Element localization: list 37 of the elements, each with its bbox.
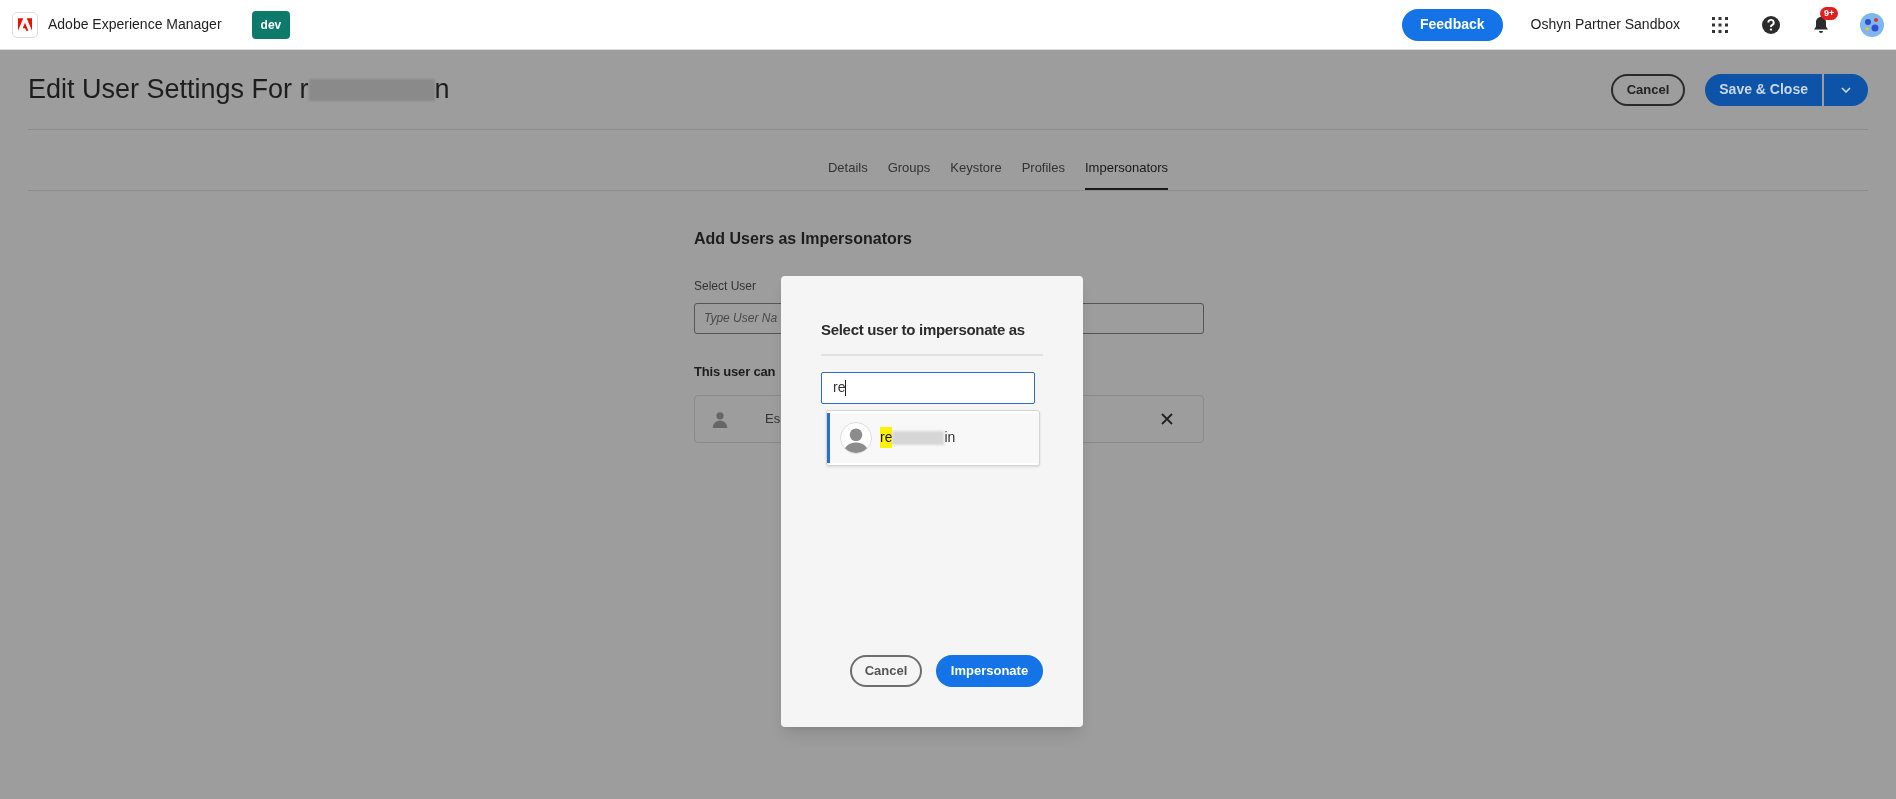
tab[interactable]: Impersonators [1085, 152, 1169, 190]
chevron-down-icon [1841, 86, 1851, 93]
user-avatar-icon[interactable] [1860, 12, 1884, 37]
cancel-button[interactable]: Cancel [1610, 73, 1686, 106]
app-logo-icon[interactable] [12, 11, 38, 38]
notification-bell-icon[interactable] [1812, 14, 1830, 35]
close-icon[interactable] [1161, 413, 1173, 425]
field-label: Select User [694, 277, 758, 295]
user-name-text: in [944, 428, 956, 447]
match-highlight: re [880, 427, 893, 448]
tab[interactable]: Groups [887, 152, 931, 190]
page-title: Edit User Settings For r [28, 73, 309, 107]
help-icon[interactable] [1762, 15, 1780, 34]
user-icon [711, 410, 729, 428]
environment-badge: dev [251, 10, 291, 39]
feedback-button[interactable]: Feedback [1402, 8, 1503, 41]
save-options-button[interactable] [1824, 73, 1868, 106]
organization-switcher[interactable]: Oshyn Partner Sandbox [1530, 14, 1680, 35]
avatar-icon [840, 421, 872, 454]
tab[interactable]: Keystore [950, 152, 1002, 190]
dialog-title: Select user to impersonate as [821, 320, 1026, 340]
notification-count: 9+ [1820, 6, 1839, 20]
impersonate-button[interactable]: Impersonate [936, 655, 1043, 687]
blurred-text-mask [892, 430, 945, 445]
page-title-end: n [434, 73, 450, 107]
tab[interactable]: Profiles [1021, 152, 1065, 190]
apps-grid-icon[interactable] [1712, 16, 1728, 33]
impersonator-name: Es [765, 410, 781, 429]
search-input-field[interactable]: re [821, 371, 1035, 404]
list-heading: This user can [694, 362, 777, 381]
tab[interactable]: Details [827, 152, 868, 190]
section-heading: Add Users as Impersonators [694, 228, 913, 249]
app-name: Adobe Experience Manager [48, 15, 222, 34]
search-value: re [833, 378, 846, 397]
save-and-close-button[interactable]: Save & Close [1705, 73, 1822, 106]
dialog-cancel-button[interactable]: Cancel [850, 655, 922, 687]
user-option[interactable]: re in [827, 412, 1039, 463]
